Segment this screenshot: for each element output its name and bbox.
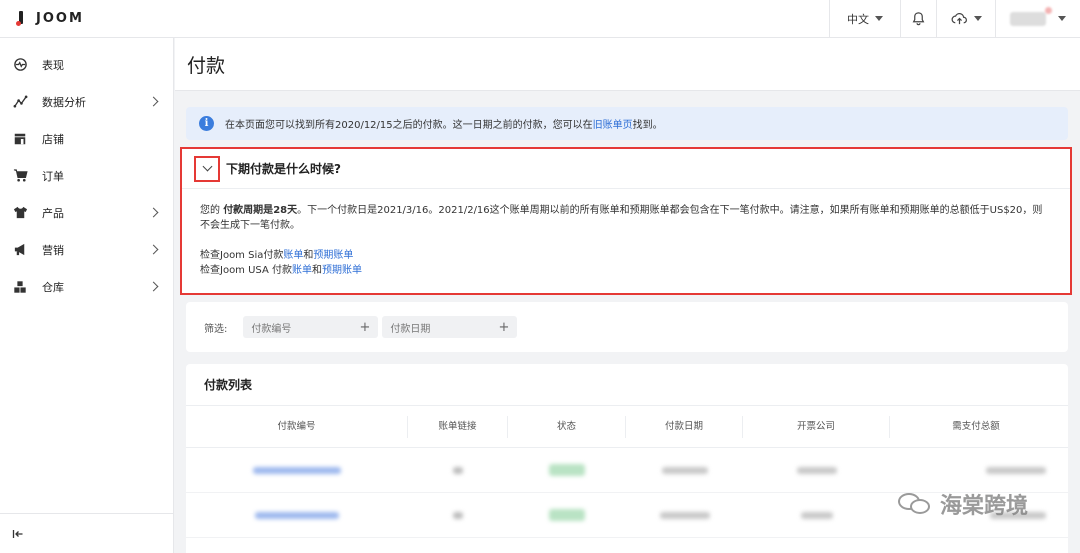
cloud-upload-button[interactable] <box>936 0 995 38</box>
faq-header[interactable]: 下期付款是什么时候? <box>182 149 1070 189</box>
sidebar-item-label: 产品 <box>42 206 64 220</box>
redacted-company <box>800 511 833 519</box>
sia-bills-link[interactable]: 账单 <box>283 250 303 261</box>
redacted-payment-id[interactable] <box>253 466 341 474</box>
column-total-due[interactable]: 需支付总额 <box>890 416 1062 438</box>
faq-toggle-button[interactable] <box>194 155 220 182</box>
faq-usa-links: 检查Joom USA 付款账单和预期账单 <box>200 265 362 276</box>
usa-bills-link[interactable]: 账单 <box>292 265 312 276</box>
sidebar-collapse-button[interactable] <box>0 513 173 553</box>
language-selector[interactable]: 中文 <box>829 0 900 38</box>
warehouse-icon <box>12 279 28 295</box>
redacted-payment-id[interactable] <box>255 511 339 519</box>
sidebar-item-label: 数据分析 <box>42 95 86 109</box>
redacted-bill-link[interactable] <box>453 466 463 474</box>
sidebar-item-orders[interactable]: 订单 <box>0 157 173 194</box>
status-badge <box>549 464 585 476</box>
chevron-right-icon <box>148 244 159 255</box>
old-bills-link[interactable]: 旧账单页 <box>593 120 633 131</box>
redacted-date <box>659 511 710 519</box>
sidebar-item-label: 表现 <box>42 58 64 72</box>
watermark: 海棠跨境 <box>898 488 1028 520</box>
usa-expected-bills-link[interactable]: 预期账单 <box>322 265 362 276</box>
payments-table: 付款列表 付款编号 账单链接 状态 付款日期 开票公司 需支付总额 <box>186 364 1068 553</box>
chevron-right-icon <box>148 207 159 218</box>
faq-sia-links: 检查Joom Sia付款账单和预期账单 <box>200 250 354 261</box>
column-invoicing-company[interactable]: 开票公司 <box>743 415 890 438</box>
filter-bar: 筛选: 付款编号 + 付款日期 + <box>186 302 1068 352</box>
megaphone-icon <box>12 242 28 258</box>
sidebar-item-warehouse[interactable]: 仓库 <box>0 268 173 305</box>
info-banner: i 在本页面您可以找到所有2020/12/15之后的付款。这一日期之前的付款，您… <box>186 107 1068 140</box>
shirt-icon <box>12 205 28 221</box>
chevron-down-icon <box>875 16 883 21</box>
store-icon <box>12 131 28 147</box>
chevron-down-icon <box>1058 16 1066 21</box>
language-label: 中文 <box>847 12 869 26</box>
table-row[interactable] <box>186 448 1068 493</box>
joom-logo-mark <box>16 10 24 27</box>
redacted-date <box>661 466 708 474</box>
faq-title: 下期付款是什么时候? <box>226 162 341 176</box>
sidebar-item-label: 仓库 <box>42 280 64 294</box>
sidebar: 表现 数据分析 店铺 订单 产品 营销 仓库 <box>0 38 174 553</box>
page-title: 付款 <box>187 54 226 77</box>
sidebar-item-performance[interactable]: 表现 <box>0 46 173 83</box>
joom-logo[interactable]: JOOM <box>0 0 174 38</box>
bell-icon <box>912 12 925 26</box>
column-payment-date[interactable]: 付款日期 <box>626 415 743 438</box>
plus-icon: + <box>498 319 510 335</box>
sidebar-item-label: 营销 <box>42 243 64 257</box>
filter-payment-date[interactable]: 付款日期 + <box>382 316 518 338</box>
account-menu[interactable] <box>995 0 1080 38</box>
sidebar-item-marketing[interactable]: 营销 <box>0 231 173 268</box>
plus-icon: + <box>359 319 371 335</box>
faq-description: 您的 付款周期是28天。下一个付款日是2021/3/16。2021/2/16这个… <box>200 205 1043 231</box>
banner-text: 在本页面您可以找到所有2020/12/15之后的付款。这一日期之前的付款，您可以… <box>225 120 663 131</box>
chevron-down-icon <box>973 16 982 21</box>
chevron-right-icon <box>148 281 159 292</box>
analytics-icon <box>12 94 28 110</box>
table-title: 付款列表 <box>186 364 1068 406</box>
column-bill-link[interactable]: 账单链接 <box>408 415 508 438</box>
status-badge <box>549 509 585 521</box>
chevron-down-icon <box>202 161 212 172</box>
watermark-text: 海棠跨境 <box>940 494 1029 519</box>
chevron-right-icon <box>148 96 159 107</box>
next-payment-faq: 下期付款是什么时候? 您的 付款周期是28天。下一个付款日是2021/3/16。… <box>180 147 1072 295</box>
cloud-upload-icon <box>951 12 967 25</box>
filter-label: 筛选: <box>204 323 228 335</box>
cart-icon <box>12 168 28 184</box>
filter-payment-id[interactable]: 付款编号 + <box>243 316 379 338</box>
redacted-company <box>796 466 837 474</box>
column-payment-id[interactable]: 付款编号 <box>186 415 408 438</box>
sidebar-item-label: 订单 <box>42 169 64 183</box>
brand-name: JOOM <box>36 11 84 26</box>
sidebar-item-analytics[interactable]: 数据分析 <box>0 83 173 120</box>
top-bar: JOOM 中文 <box>0 0 1080 38</box>
info-icon: i <box>199 116 214 131</box>
sidebar-item-store[interactable]: 店铺 <box>0 120 173 157</box>
collapse-icon <box>12 529 23 538</box>
redacted-bill-link[interactable] <box>453 511 463 519</box>
table-header: 付款编号 账单链接 状态 付款日期 开票公司 需支付总额 <box>186 406 1068 448</box>
column-status[interactable]: 状态 <box>508 415 626 438</box>
dashboard-icon <box>12 57 28 73</box>
sia-expected-bills-link[interactable]: 预期账单 <box>313 250 353 261</box>
main-content: 付款 i 在本页面您可以找到所有2020/12/15之后的付款。这一日期之前的付… <box>175 38 1080 553</box>
sidebar-item-label: 店铺 <box>42 132 64 146</box>
sidebar-item-products[interactable]: 产品 <box>0 194 173 231</box>
faq-body: 您的 付款周期是28天。下一个付款日是2021/3/16。2021/2/16这个… <box>182 189 1070 278</box>
redacted-amount <box>986 466 1046 474</box>
avatar <box>1010 6 1052 26</box>
page-header: 付款 <box>175 38 1080 91</box>
notifications-button[interactable] <box>900 0 936 38</box>
wechat-icon <box>898 491 932 517</box>
